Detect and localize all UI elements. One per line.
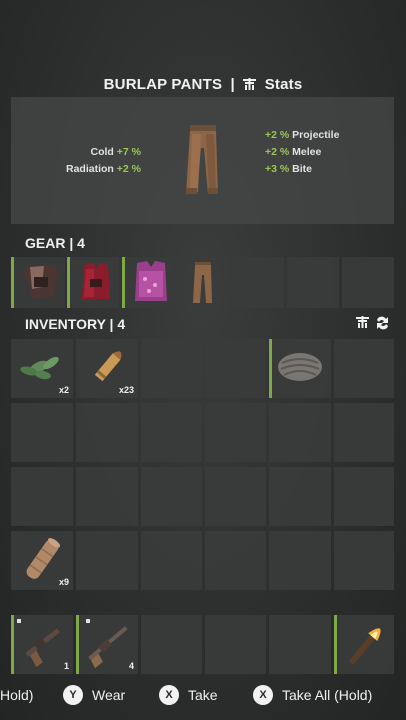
gear-slot-1[interactable] <box>11 257 65 308</box>
hold-hint-label: Hold) <box>0 687 34 703</box>
inventory-slot-22[interactable] <box>205 531 266 590</box>
inventory-slot-17[interactable] <box>269 467 331 526</box>
take-hint-label[interactable]: Take <box>188 687 218 703</box>
x-button-icon[interactable]: X <box>253 685 273 705</box>
item-count: x23 <box>118 385 134 395</box>
controller-hints-bar: Hold) Y Wear X Take X Take All (Hold) <box>0 684 406 710</box>
belt-slot-5[interactable] <box>269 615 331 674</box>
stat-cold: Cold +7 % <box>90 146 141 158</box>
item-count: x2 <box>58 385 69 395</box>
x-button-icon[interactable]: X <box>159 685 179 705</box>
item-title: BURLAP PANTS | Stats <box>0 76 406 93</box>
stat-melee: +2 % Melee <box>265 146 322 158</box>
inventory-slot-2[interactable]: x23 <box>76 339 138 398</box>
sort-stats-icon[interactable] <box>356 316 392 330</box>
inventory-slot-19[interactable]: x9 <box>11 531 73 590</box>
y-button-icon[interactable]: Y <box>63 685 83 705</box>
wear-hint-label[interactable]: Wear <box>92 687 125 703</box>
gear-slot-2[interactable] <box>67 257 119 308</box>
cloth-icon <box>278 353 322 381</box>
torch-icon <box>348 628 381 666</box>
item-count: x9 <box>58 577 69 587</box>
inventory-label: INVENTORY | 4 <box>25 316 126 332</box>
inventory-slot-12[interactable] <box>334 403 394 462</box>
stat-radiation: Radiation +2 % <box>66 163 141 175</box>
inventory-slot-4[interactable] <box>205 339 266 398</box>
inventory-slot-24[interactable] <box>334 531 394 590</box>
belt-slot-6[interactable] <box>334 615 394 674</box>
inventory-slot-10[interactable] <box>205 403 266 462</box>
pink-armor-vest-icon <box>135 261 167 301</box>
inventory-slot-5[interactable] <box>269 339 331 398</box>
stats-label: Stats <box>264 76 303 93</box>
burlap-pants-icon <box>193 262 212 303</box>
gear-slot-4[interactable] <box>177 257 229 308</box>
inventory-slot-7[interactable] <box>11 403 73 462</box>
inventory-slot-3[interactable] <box>141 339 202 398</box>
inventory-slot-6[interactable] <box>334 339 394 398</box>
inventory-slot-11[interactable] <box>269 403 331 462</box>
inventory-slot-21[interactable] <box>141 531 202 590</box>
red-vest-icon <box>82 263 110 299</box>
burlap-pants-preview-icon <box>186 125 218 194</box>
gear-slot-7[interactable] <box>342 257 394 308</box>
inventory-slot-13[interactable] <box>11 467 73 526</box>
title-separator: | <box>230 76 235 93</box>
gear-slot-6[interactable] <box>287 257 339 308</box>
item-name: BURLAP PANTS <box>103 76 223 93</box>
inventory-slot-15[interactable] <box>141 467 202 526</box>
gear-label: GEAR | 4 <box>25 235 85 251</box>
inventory-slot-1[interactable]: x2 <box>11 339 73 398</box>
inventory-slot-18[interactable] <box>334 467 394 526</box>
inventory-slot-8[interactable] <box>76 403 138 462</box>
inventory-slot-23[interactable] <box>269 531 331 590</box>
belt-slot-1[interactable]: 1 <box>11 615 73 674</box>
gear-slot-5[interactable] <box>232 257 284 308</box>
belt-slot-4[interactable] <box>205 615 266 674</box>
stat-bite: +3 % Bite <box>265 163 312 175</box>
take-all-hint-label[interactable]: Take All (Hold) <box>282 687 372 703</box>
inventory-slot-16[interactable] <box>205 467 266 526</box>
item-count: 1 <box>63 661 69 671</box>
inventory-slot-14[interactable] <box>76 467 138 526</box>
inventory-slot-9[interactable] <box>141 403 202 462</box>
burlap-shirt-icon <box>23 265 60 299</box>
gear-slot-3[interactable] <box>122 257 174 308</box>
item-count: 4 <box>128 661 134 671</box>
belt-slot-3[interactable] <box>141 615 202 674</box>
stats-icon <box>243 78 257 90</box>
stat-projectile: +2 % Projectile <box>265 129 340 141</box>
belt-slot-2[interactable]: 4 <box>76 615 138 674</box>
inventory-slot-20[interactable] <box>76 531 138 590</box>
